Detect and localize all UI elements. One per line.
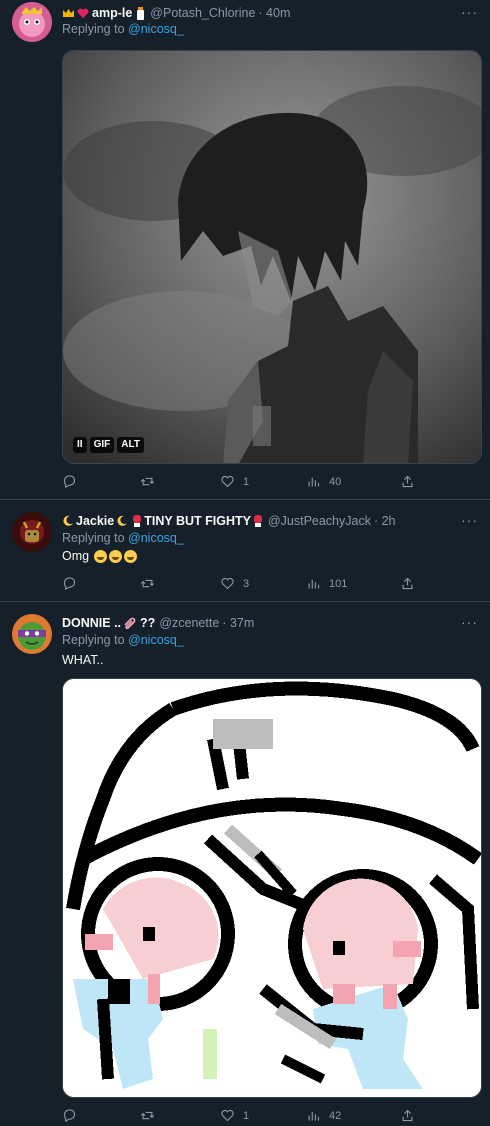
avatar[interactable] bbox=[12, 614, 52, 654]
heart-outline-icon bbox=[221, 1109, 234, 1122]
reply-button[interactable] bbox=[62, 1108, 85, 1123]
tweet-text: Omg bbox=[62, 549, 138, 564]
heart-icon bbox=[77, 8, 89, 19]
display-name-extra[interactable]: TINY BUT FIGHTY bbox=[144, 514, 251, 528]
retweet-button[interactable] bbox=[140, 576, 163, 591]
retweet-icon bbox=[140, 1111, 155, 1120]
more-options-button[interactable]: ··· bbox=[461, 614, 478, 630]
media-badges: II GIF ALT bbox=[73, 437, 144, 453]
reply-mention-link[interactable]: @nicosq_ bbox=[128, 22, 184, 36]
moon-icon bbox=[62, 515, 74, 527]
more-options-button[interactable]: ··· bbox=[461, 4, 478, 20]
like-count: 1 bbox=[243, 475, 250, 488]
view-count: 101 bbox=[329, 577, 348, 590]
action-bar: 3 101 bbox=[62, 576, 482, 594]
replying-to-label: Replying to bbox=[62, 531, 125, 545]
retweet-icon bbox=[140, 579, 155, 588]
avatar[interactable] bbox=[12, 512, 52, 552]
like-count: 1 bbox=[243, 1109, 250, 1122]
image-media[interactable] bbox=[62, 678, 482, 1098]
action-bar: 1 40 bbox=[62, 474, 482, 492]
share-icon bbox=[402, 1109, 413, 1122]
pause-button[interactable]: II bbox=[73, 437, 87, 453]
handle[interactable]: @Potash_Chlorine bbox=[150, 6, 255, 20]
paperclip-icon bbox=[123, 617, 137, 630]
retweet-button[interactable] bbox=[140, 474, 163, 489]
loudly-crying-face-icon bbox=[93, 550, 107, 564]
tweet-text: WHAT.. bbox=[62, 653, 104, 667]
like-count: 3 bbox=[243, 577, 250, 590]
loudly-crying-face-icon bbox=[123, 550, 137, 564]
display-name[interactable]: amp-le bbox=[92, 6, 132, 20]
tweet-2[interactable]: Jackie TINY BUT FIGHTY @JustPeachyJack ·… bbox=[0, 500, 490, 602]
replying-to-label: Replying to bbox=[62, 22, 125, 36]
timestamp[interactable]: · 2h bbox=[374, 514, 396, 528]
share-button[interactable] bbox=[400, 1108, 415, 1123]
milk-bottle-icon bbox=[136, 6, 145, 20]
reply-button[interactable] bbox=[62, 474, 85, 489]
views-button[interactable]: 101 bbox=[306, 576, 347, 591]
view-count: 40 bbox=[329, 475, 342, 488]
loudly-crying-face-icon bbox=[108, 550, 122, 564]
share-icon bbox=[402, 475, 413, 488]
tweet-3[interactable]: DONNIE .. ?? @zcenette · 37m ··· Replyin… bbox=[0, 602, 490, 1126]
views-icon bbox=[308, 477, 320, 487]
timestamp[interactable]: · 40m bbox=[258, 6, 290, 20]
replying-to: Replying to @nicosq_ bbox=[62, 633, 184, 647]
heart-outline-icon bbox=[221, 475, 234, 488]
view-count: 42 bbox=[329, 1109, 342, 1122]
tweet-1[interactable]: amp-le @Potash_Chlorine · 40m ··· Replyi… bbox=[0, 0, 490, 500]
handle[interactable]: @zcenette bbox=[159, 616, 219, 630]
reply-icon bbox=[63, 577, 76, 591]
action-bar: 1 42 bbox=[62, 1108, 482, 1126]
share-button[interactable] bbox=[400, 576, 415, 591]
crown-icon bbox=[62, 8, 75, 19]
views-button[interactable]: 40 bbox=[306, 474, 341, 489]
views-button[interactable]: 42 bbox=[306, 1108, 341, 1123]
replying-to: Replying to @nicosq_ bbox=[62, 22, 184, 36]
heart-outline-icon bbox=[221, 577, 234, 590]
views-icon bbox=[308, 1111, 320, 1121]
boxing-glove-icon bbox=[132, 515, 142, 527]
like-button[interactable]: 3 bbox=[220, 576, 249, 591]
retweet-icon bbox=[140, 477, 155, 486]
reply-icon bbox=[63, 475, 76, 489]
gif-badge: GIF bbox=[89, 437, 115, 453]
reply-icon bbox=[63, 1109, 76, 1123]
boxing-glove-icon bbox=[253, 515, 263, 527]
replying-to-label: Replying to bbox=[62, 633, 125, 647]
share-icon bbox=[402, 577, 413, 590]
reply-button[interactable] bbox=[62, 576, 85, 591]
like-button[interactable]: 1 bbox=[220, 474, 249, 489]
timestamp[interactable]: · 37m bbox=[222, 616, 254, 630]
reply-mention-link[interactable]: @nicosq_ bbox=[128, 531, 184, 545]
retweet-button[interactable] bbox=[140, 1108, 163, 1123]
reply-mention-link[interactable]: @nicosq_ bbox=[128, 633, 184, 647]
moon-icon bbox=[116, 515, 128, 527]
avatar[interactable] bbox=[12, 2, 52, 42]
like-button[interactable]: 1 bbox=[220, 1108, 249, 1123]
handle[interactable]: @JustPeachyJack bbox=[268, 514, 371, 528]
more-options-button[interactable]: ··· bbox=[461, 512, 478, 528]
display-name-extra[interactable]: ?? bbox=[140, 616, 155, 630]
alt-badge[interactable]: ALT bbox=[117, 437, 144, 453]
views-icon bbox=[308, 579, 320, 589]
pixel-art-image bbox=[63, 679, 481, 1097]
gif-image bbox=[63, 51, 481, 463]
share-button[interactable] bbox=[400, 474, 415, 489]
gif-media[interactable]: II GIF ALT bbox=[62, 50, 482, 464]
display-name[interactable]: Jackie bbox=[76, 514, 114, 528]
replying-to: Replying to @nicosq_ bbox=[62, 531, 184, 545]
display-name[interactable]: DONNIE .. bbox=[62, 616, 121, 630]
